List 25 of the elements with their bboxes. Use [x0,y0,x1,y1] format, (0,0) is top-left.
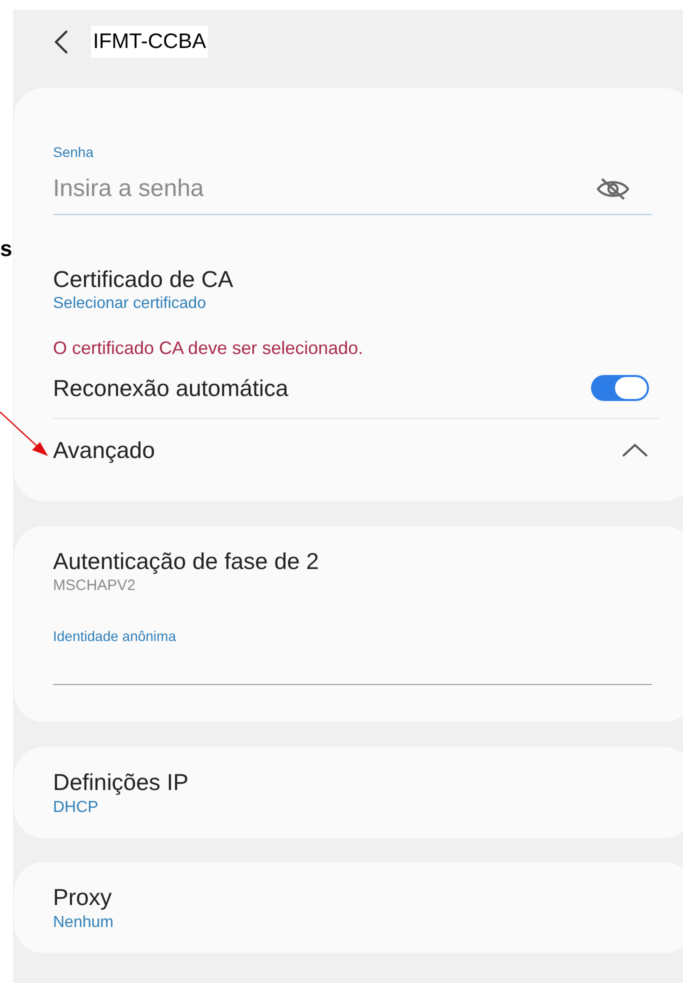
proxy-value: Nenhum [53,913,114,933]
ip-settings-value: DHCP [53,798,100,818]
advanced-label: Avançado [53,436,155,465]
hide-password-icon[interactable] [596,176,630,200]
phase2-title[interactable]: Autenticação de fase de 2 [53,546,653,576]
auto-reconnect-label: Reconexão automática [53,374,288,403]
ip-settings-card[interactable]: Definições IP DHCP [14,747,683,838]
auto-reconnect-toggle[interactable] [591,375,649,401]
ca-certificate-title[interactable]: Certificado de CA [53,265,653,293]
password-input[interactable]: Insira a senha [53,170,453,206]
phase2-value: MSCHAPV2 [53,576,137,596]
proxy-title: Proxy [53,883,113,912]
password-label: Senha [53,143,94,162]
annotation-arrow [0,410,50,458]
annotation-text: s [0,238,12,260]
password-field[interactable]: Insira a senha [53,163,652,215]
network-title: IFMT-CCBA [91,26,208,58]
chevron-up-icon[interactable] [621,442,649,458]
ip-settings-title: Definições IP [53,768,190,797]
advanced-toggle[interactable]: Avançado [53,419,649,481]
anonymous-identity-label: Identidade anônima [53,627,177,646]
ca-certificate-value[interactable]: Selecionar certificado [53,293,653,315]
back-icon[interactable] [53,29,69,55]
error-message: O certificado CA deve ser selecionado. [53,337,364,360]
proxy-card[interactable]: Proxy Nenhum [14,862,683,953]
